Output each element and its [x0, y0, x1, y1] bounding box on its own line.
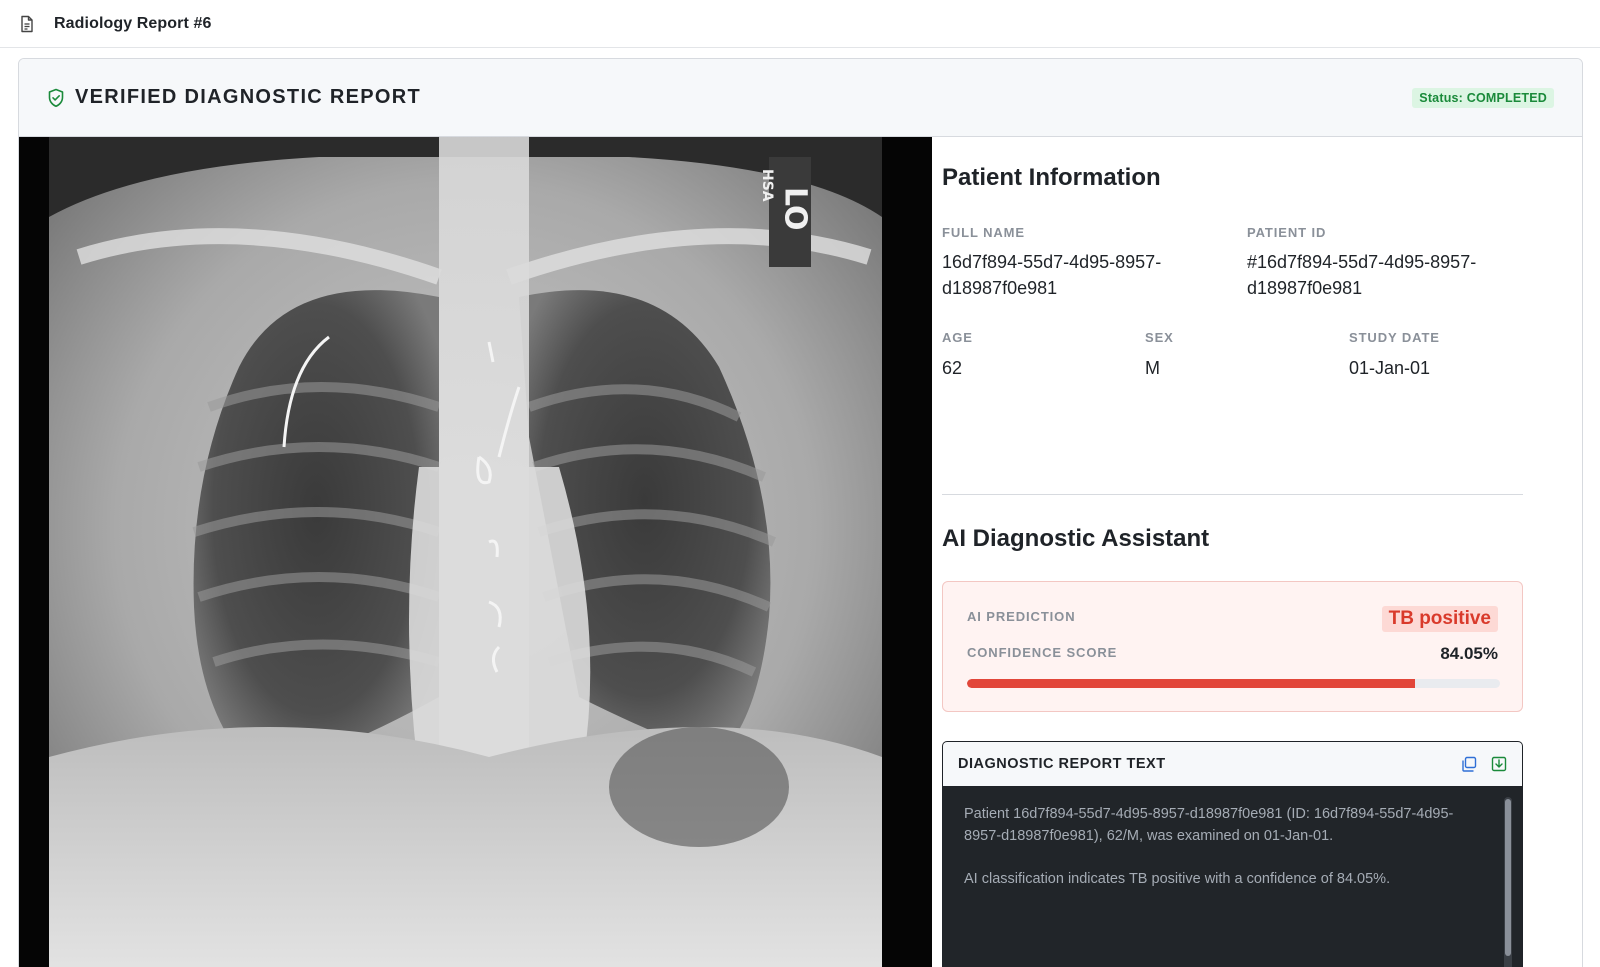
report-heading: VERIFIED DIAGNOSTIC REPORT	[75, 86, 422, 108]
xray-image[interactable]: HSA LO	[19, 137, 932, 967]
report-header: VERIFIED DIAGNOSTIC REPORT Status: COMPL…	[19, 59, 1582, 137]
sex-label: SEX	[1145, 330, 1174, 345]
ai-prediction-badge: TB positive	[1381, 606, 1498, 632]
confidence-bar-fill	[967, 679, 1415, 688]
confidence-value: 84.05%	[1440, 644, 1498, 663]
report-scrollbar-thumb[interactable]	[1505, 799, 1511, 956]
report-text-body[interactable]: Patient 16d7f894-55d7-4d95-8957-d18987f0…	[964, 804, 1474, 912]
sex-value: M	[1145, 358, 1160, 378]
shield-check-icon	[47, 88, 65, 108]
ai-prediction-label: AI PREDICTION	[967, 609, 1076, 624]
age-value: 62	[942, 358, 963, 378]
report-scrollbar[interactable]	[1504, 797, 1512, 967]
ai-prediction-card: AI PREDICTION TB positive CONFIDENCE SCO…	[942, 581, 1523, 712]
xray-side-marker: LO	[778, 187, 813, 231]
patient-id-value: #16d7f894-55d7-4d95-8957-d18987f0e981	[1247, 252, 1477, 298]
download-icon[interactable]	[1490, 755, 1508, 773]
section-divider	[942, 494, 1523, 495]
study-date-label: STUDY DATE	[1349, 330, 1440, 345]
confidence-label: CONFIDENCE SCORE	[967, 645, 1118, 660]
patient-section-title: Patient Information	[942, 164, 1161, 191]
info-panel: Patient Information FULL NAME 16d7f894-5…	[942, 137, 1582, 967]
copy-icon[interactable]	[1460, 755, 1478, 773]
patient-id-label: PATIENT ID	[1247, 225, 1327, 240]
report-card: VERIFIED DIAGNOSTIC REPORT Status: COMPL…	[18, 58, 1583, 967]
report-paragraph: Patient 16d7f894-55d7-4d95-8957-d18987f0…	[964, 806, 1454, 844]
full-name-label: FULL NAME	[942, 225, 1025, 240]
window-title: Radiology Report #6	[54, 14, 212, 32]
title-bar: Radiology Report #6	[0, 0, 1600, 48]
confidence-bar	[967, 679, 1500, 688]
xray-marker-letters: HSA	[759, 169, 775, 202]
report-text-header: DIAGNOSTIC REPORT TEXT	[943, 742, 1522, 787]
status-badge: Status: COMPLETED	[1412, 88, 1554, 108]
age-label: AGE	[942, 330, 973, 345]
study-date-value: 01-Jan-01	[1349, 358, 1431, 378]
ai-section-title: AI Diagnostic Assistant	[942, 525, 1210, 552]
report-text-title: DIAGNOSTIC REPORT TEXT	[958, 756, 1166, 772]
diagnostic-report-box: DIAGNOSTIC REPORT TEXT Patient 16d7f894-…	[942, 741, 1523, 967]
report-paragraph: AI classification indicates TB positive …	[964, 870, 1391, 887]
full-name-value: 16d7f894-55d7-4d95-8957-d18987f0e981	[942, 252, 1162, 298]
document-icon	[18, 15, 36, 33]
